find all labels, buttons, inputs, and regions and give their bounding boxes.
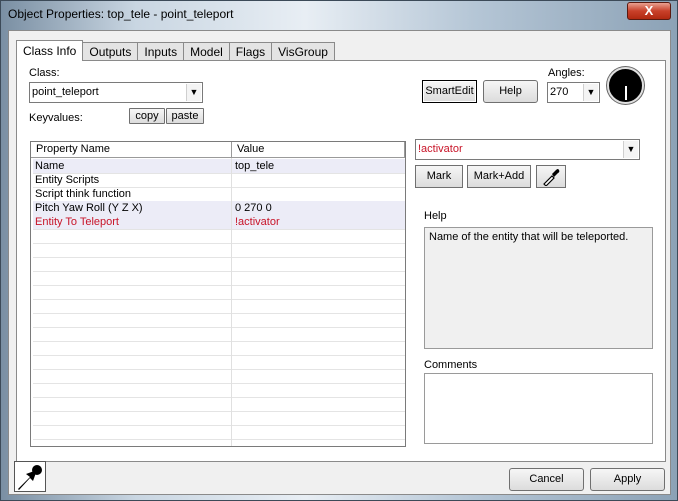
comments-label: Comments: [424, 359, 478, 371]
table-row[interactable]: Script think function: [33, 187, 405, 201]
apply-button[interactable]: Apply: [590, 468, 665, 491]
class-value: point_teleport: [32, 86, 99, 98]
pointer-button[interactable]: [14, 461, 46, 492]
object-properties-window: Object Properties: top_tele - point_tele…: [0, 0, 678, 501]
tab-model[interactable]: Model: [183, 42, 230, 61]
class-select[interactable]: point_teleport ▼: [29, 82, 203, 103]
value-select[interactable]: !activator ▼: [415, 139, 640, 160]
chevron-down-icon[interactable]: ▼: [186, 84, 201, 101]
close-button[interactable]: X: [627, 2, 671, 20]
tab-inputs[interactable]: Inputs: [137, 42, 185, 61]
property-value: [231, 173, 401, 187]
tab-visgroup[interactable]: VisGroup: [271, 42, 335, 61]
help-label: Help: [424, 210, 447, 222]
table-row[interactable]: Pitch Yaw Roll (Y Z X) 0 270 0: [33, 201, 405, 215]
cancel-button[interactable]: Cancel: [509, 468, 584, 491]
column-header-property-name[interactable]: Property Name: [31, 142, 232, 158]
comments-field[interactable]: [424, 373, 653, 444]
property-name: Entity To Teleport: [35, 216, 119, 228]
tab-outputs[interactable]: Outputs: [82, 42, 139, 61]
help-box: [424, 227, 653, 349]
value-text: !activator: [418, 143, 463, 155]
help-text: Name of the entity that will be teleport…: [429, 231, 629, 243]
titlebar[interactable]: Object Properties: top_tele - point_tele…: [1, 1, 677, 27]
angles-select[interactable]: 270 ▼: [547, 82, 600, 103]
angles-value: 270: [550, 86, 569, 98]
tab-strip: Class Info Outputs Inputs Model Flags Vi…: [16, 40, 335, 61]
property-value: !activator: [231, 215, 401, 229]
property-name: Name: [35, 160, 65, 172]
copy-button[interactable]: copy: [129, 108, 165, 124]
keyvalues-label: Keyvalues:: [29, 112, 83, 124]
keyvalues-grid[interactable]: Property Name Value Name top_tele Entity…: [30, 141, 406, 447]
chevron-down-icon[interactable]: ▼: [623, 141, 638, 158]
mark-add-button[interactable]: Mark+Add: [467, 165, 531, 188]
pointer-icon: [18, 465, 42, 490]
paste-button[interactable]: paste: [166, 108, 204, 124]
angle-dial-icon[interactable]: [607, 67, 644, 104]
property-name: Script think function: [35, 188, 131, 200]
window-title: Object Properties: top_tele - point_tele…: [8, 7, 234, 21]
mark-button[interactable]: Mark: [415, 165, 463, 188]
property-name: Entity Scripts: [35, 174, 100, 186]
tab-class-info[interactable]: Class Info: [16, 40, 84, 61]
dialog-client: Class Info Outputs Inputs Model Flags Vi…: [8, 30, 671, 495]
property-value: top_tele: [231, 159, 401, 173]
tab-flags[interactable]: Flags: [228, 42, 273, 61]
eyedropper-icon: [543, 169, 560, 187]
table-row[interactable]: Name top_tele: [33, 159, 405, 173]
help-button[interactable]: Help: [483, 80, 538, 103]
property-name: Pitch Yaw Roll (Y Z X): [35, 202, 143, 214]
smartedit-toggle[interactable]: SmartEdit: [422, 80, 477, 103]
angles-label: Angles:: [548, 67, 585, 79]
class-label: Class:: [29, 67, 60, 79]
table-row-selected[interactable]: Entity To Teleport !activator: [33, 215, 405, 229]
property-value: 0 270 0: [231, 201, 401, 215]
chevron-down-icon[interactable]: ▼: [583, 84, 598, 101]
eyedropper-button[interactable]: [536, 165, 566, 188]
grid-header: Property Name Value: [31, 142, 405, 158]
table-row[interactable]: Entity Scripts: [33, 173, 405, 187]
column-header-value[interactable]: Value: [232, 142, 405, 158]
property-value: [231, 187, 401, 201]
